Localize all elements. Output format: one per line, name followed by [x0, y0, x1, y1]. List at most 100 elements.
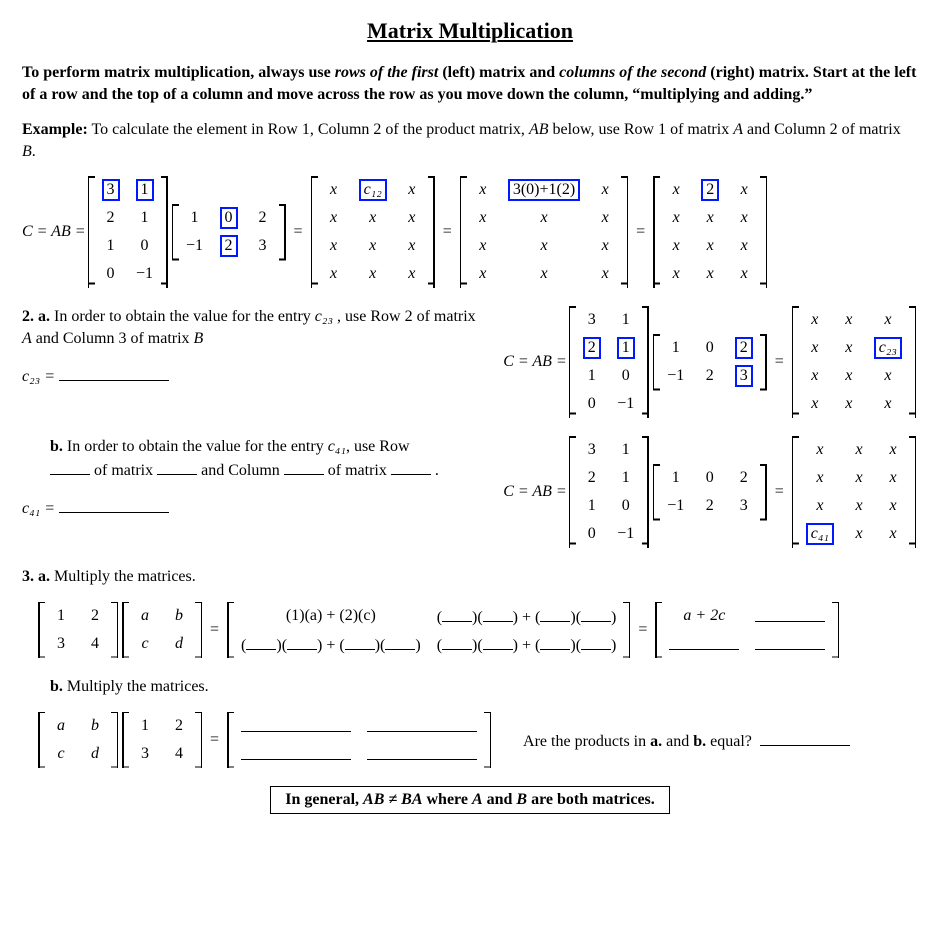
text: Multiply the matrices.: [63, 678, 209, 695]
blank-input[interactable]: [284, 458, 324, 475]
cell: x: [540, 265, 547, 283]
cell: x: [855, 469, 862, 487]
blank-input[interactable]: [755, 605, 825, 622]
cell: 3: [588, 311, 596, 329]
cell: 2: [220, 235, 238, 257]
example-text-2: below, use Row 1 of matrix: [548, 121, 733, 138]
cell: 0: [622, 497, 630, 515]
text: Multiply the matrices.: [50, 568, 196, 585]
cell: −1: [667, 367, 684, 385]
q3b-text: b. Multiply the matrices.: [50, 676, 918, 698]
cell: x: [741, 265, 748, 283]
cell: d: [175, 635, 183, 653]
blank-input[interactable]: [241, 715, 351, 732]
cell: x: [673, 265, 680, 283]
equals-sign: =: [210, 621, 219, 639]
q2a-answer-line: c₂₃ =: [22, 364, 483, 388]
cell: x: [707, 209, 714, 227]
fill-cell[interactable]: ()() + ()(): [241, 633, 421, 655]
cell-step: 3(0)+1(2): [508, 179, 580, 201]
cell: x: [816, 469, 823, 487]
cell: 0: [706, 339, 714, 357]
example-label: Example:: [22, 121, 88, 138]
blank-input[interactable]: [367, 715, 477, 732]
cell: −1: [667, 497, 684, 515]
cell: 1: [141, 209, 149, 227]
cell: 1: [672, 469, 680, 487]
blank-input[interactable]: [669, 633, 739, 650]
text: In order to obtain the value for the ent…: [63, 438, 328, 455]
cell: x: [889, 441, 896, 459]
b: B: [516, 791, 527, 808]
q2a-matrix-b: 102 −123: [653, 334, 767, 390]
lhs: C = AB =: [503, 353, 567, 371]
cell: c: [57, 745, 64, 763]
example-b: B: [22, 143, 32, 160]
q3b-equation: ab cd 12 34 =: [36, 712, 918, 768]
q3a-m1: 12 34: [38, 602, 118, 658]
blank-input[interactable]: [391, 458, 431, 475]
blank-input[interactable]: [50, 458, 90, 475]
cell: x: [884, 395, 891, 413]
cell: 0: [107, 265, 115, 283]
cell: x: [408, 209, 415, 227]
rule-box-wrapper: In general, AB ≠ BA where A and B are bo…: [22, 768, 918, 814]
cell: 2: [91, 607, 99, 625]
blank-input[interactable]: [367, 743, 477, 760]
cell: x: [707, 265, 714, 283]
cell: 1: [136, 179, 154, 201]
eq1-matrix-step: x3(0)+1(2)x xxx xxx xxx: [460, 176, 628, 288]
q2a-equation: C = AB = 31 21 10 0−1 102 −123 = xxx: [503, 306, 918, 418]
cell: x: [889, 525, 896, 543]
blank-input[interactable]: [59, 364, 169, 381]
q2b-equation: C = AB = 31 21 10 0−1 102 −123 = xxx: [503, 436, 918, 548]
q3b-question: Are the products in a. and b. equal?: [523, 729, 850, 751]
cell: 1: [141, 717, 149, 735]
q2b-answer-line: c₄₁ =: [22, 496, 483, 520]
text: , use Row: [346, 438, 410, 455]
cell: x: [330, 265, 337, 283]
cell: a: [57, 717, 65, 735]
cell: x: [884, 367, 891, 385]
cell: x: [845, 367, 852, 385]
text: Are the products in: [523, 733, 650, 750]
equals-sign: =: [636, 223, 645, 241]
q2b-label: b.: [50, 438, 63, 455]
question-2a: 2. a. In order to obtain the value for t…: [22, 306, 918, 418]
cell: x: [540, 237, 547, 255]
cell: x: [855, 525, 862, 543]
blank-input[interactable]: [760, 729, 850, 746]
cell: 3: [740, 497, 748, 515]
cell: 2: [735, 337, 753, 359]
q3a-text: 3. a. Multiply the matrices.: [22, 566, 918, 588]
cell: x: [707, 237, 714, 255]
cell: x: [369, 265, 376, 283]
intro-text-3: (left) matrix and: [438, 64, 559, 81]
blank-input[interactable]: [59, 496, 169, 513]
intro-text-4: columns of the second: [559, 64, 706, 81]
cell: x: [884, 311, 891, 329]
blank-input[interactable]: [157, 458, 197, 475]
fill-cell[interactable]: ()() + ()(): [437, 605, 617, 627]
example-period: .: [32, 143, 36, 160]
cell-c23: c₂₃: [874, 337, 902, 359]
a: A: [472, 791, 483, 808]
cell: 0: [588, 525, 596, 543]
example-a: A: [733, 121, 743, 138]
cell: x: [845, 395, 852, 413]
cell: 2: [175, 717, 183, 735]
text: are both matrices.: [527, 791, 655, 808]
cell: 1: [191, 209, 199, 227]
page-title: Matrix Multiplication: [22, 18, 918, 44]
q3a-equation: 12 34 ab cd = (1)(a) + (2)(c) ()() + ()(…: [36, 602, 918, 658]
blank-input[interactable]: [755, 633, 825, 650]
a: a.: [650, 733, 662, 750]
c23-equals: c₂₃ =: [22, 368, 55, 385]
equals-sign: =: [775, 353, 784, 371]
cell: x: [369, 237, 376, 255]
text: and: [483, 791, 517, 808]
cell: x: [479, 209, 486, 227]
cell: 2: [740, 469, 748, 487]
blank-input[interactable]: [241, 743, 351, 760]
fill-cell[interactable]: ()() + ()(): [437, 633, 617, 655]
